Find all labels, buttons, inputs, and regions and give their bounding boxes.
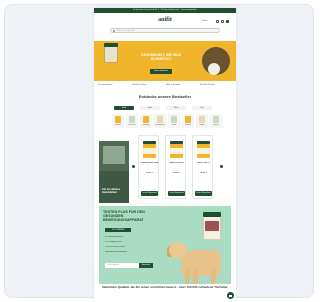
lifestyle-ground bbox=[99, 171, 129, 203]
website-page: Kostenloser Versand ab 49 € · 30 Tage Ge… bbox=[94, 8, 236, 302]
search-input[interactable]: Wonach suchst du? bbox=[110, 28, 220, 33]
category-tile[interactable]: Verdauung bbox=[140, 114, 152, 128]
lifestyle-image[interactable]: Für ein aktives Hundeleben bbox=[99, 141, 129, 203]
bestseller-title: Entdecke unsere Bestseller bbox=[138, 94, 192, 99]
promo-headline: TESTEN PLUS FÜR DEN GESUNDEN BEWEGUNGSAP… bbox=[103, 210, 145, 223]
category-tile[interactable]: Zähne bbox=[168, 114, 180, 128]
product-name: Haut & Fell Öl bbox=[197, 162, 210, 164]
category-tile[interactable]: Senioren bbox=[182, 114, 194, 128]
category-label: Gelenke bbox=[115, 125, 121, 126]
dog-leg bbox=[211, 268, 216, 284]
wishlist-icon[interactable] bbox=[221, 20, 224, 23]
category-image bbox=[213, 116, 219, 123]
benefits-bar: Tierarztempfohlen Natürliche Zutaten Mad… bbox=[94, 82, 236, 88]
category-tile[interactable]: Haut & Fell bbox=[126, 114, 138, 128]
tab-cat[interactable]: Katze bbox=[140, 106, 160, 110]
product-card[interactable]: Darm Kur Pulver 34,90 € In den Warenkorb bbox=[165, 135, 186, 199]
hero-headline: GESUNDHEIT, DIE MAN SCHMECKT bbox=[140, 53, 182, 62]
promo-badge: 15% SPAREN bbox=[105, 228, 131, 232]
promo-feature: Mit Grünlippmuschel bbox=[105, 241, 122, 243]
tab-dog[interactable]: Hund bbox=[114, 106, 134, 110]
product-card[interactable]: Haut & Fell Öl 24,90 € In den Warenkorb bbox=[192, 135, 213, 199]
search-icon[interactable] bbox=[113, 29, 115, 32]
benefit-item: Tierarztempfohlen bbox=[98, 84, 113, 86]
promo-product-lid bbox=[203, 212, 221, 217]
promo-banner: TESTEN PLUS FÜR DEN GESUNDEN BEWEGUNGSAP… bbox=[99, 206, 231, 284]
category-image bbox=[157, 116, 163, 123]
category-label: Haut & Fell bbox=[128, 125, 136, 126]
category-label: Zähne bbox=[171, 125, 177, 126]
product-price: 34,90 € bbox=[173, 172, 180, 174]
product-price: 29,90 € bbox=[146, 172, 153, 174]
promo-feature: Ohne künstliche Zusätze bbox=[105, 246, 125, 248]
category-image bbox=[129, 116, 135, 123]
promo-product-label bbox=[205, 221, 219, 231]
add-to-cart-button[interactable]: In den Warenkorb bbox=[141, 191, 158, 196]
category-image bbox=[171, 116, 177, 123]
category-tile[interactable]: Immunsystem bbox=[154, 114, 166, 128]
carousel-prev-icon[interactable] bbox=[132, 165, 135, 168]
hero-banner[interactable]: GESUNDHEIT, DIE MAN SCHMECKT Jetzt entde… bbox=[94, 41, 236, 81]
cart-icon[interactable] bbox=[226, 20, 229, 23]
account-icon[interactable] bbox=[216, 20, 219, 23]
chat-icon bbox=[229, 294, 232, 297]
hero-product-lid bbox=[104, 43, 118, 47]
hero-food-plate bbox=[208, 63, 220, 75]
category-image bbox=[143, 116, 149, 123]
product-price: 24,90 € bbox=[200, 172, 207, 174]
lifestyle-window bbox=[103, 146, 125, 164]
product-label-band bbox=[143, 148, 156, 154]
dog-leg bbox=[193, 268, 198, 284]
trust-statement: Natürliche Qualität, die Du sehen und fü… bbox=[102, 285, 228, 289]
tab-horse[interactable]: Pferd bbox=[166, 106, 186, 110]
dog-head bbox=[169, 242, 187, 258]
category-label: Snacks bbox=[213, 125, 219, 126]
tab-sets[interactable]: Sets bbox=[192, 106, 212, 110]
dog-leg bbox=[185, 268, 190, 284]
product-lid bbox=[143, 141, 156, 144]
product-lid bbox=[197, 141, 210, 144]
product-card[interactable]: Gelenk Pulver Hund 29,90 € In den Warenk… bbox=[138, 135, 159, 199]
add-to-cart-button[interactable]: In den Warenkorb bbox=[195, 191, 212, 196]
category-image bbox=[115, 116, 121, 123]
category-label: Senioren bbox=[184, 125, 191, 126]
category-image bbox=[199, 116, 205, 123]
brand-logo[interactable]: anifit bbox=[151, 16, 179, 24]
category-label: Verdauung bbox=[142, 125, 150, 126]
product-label-band bbox=[170, 148, 183, 154]
product-lid bbox=[170, 141, 183, 144]
category-image bbox=[185, 116, 191, 123]
email-field[interactable]: E-Mail-Adresse bbox=[105, 263, 139, 268]
product-name: Gelenk Pulver Hund bbox=[140, 162, 159, 164]
product-label-band bbox=[197, 148, 210, 154]
subscribe-button[interactable]: Anmelden bbox=[139, 263, 153, 268]
category-tile[interactable]: Snacks bbox=[210, 114, 222, 128]
category-label: Immunsystem bbox=[155, 125, 165, 126]
category-tile[interactable]: Welpen bbox=[196, 114, 208, 128]
product-name: Darm Kur Pulver bbox=[169, 162, 184, 164]
hero-cta-button[interactable]: Jetzt entdecken bbox=[150, 69, 172, 74]
add-to-cart-button[interactable]: In den Warenkorb bbox=[168, 191, 185, 196]
category-tile[interactable]: Gelenke bbox=[112, 114, 124, 128]
benefit-item: Made in Germany bbox=[166, 84, 181, 86]
hero-product-jar bbox=[104, 45, 118, 63]
promo-feature: Für Hunde jeden Alters bbox=[105, 236, 124, 238]
category-label: Welpen bbox=[199, 125, 205, 126]
carousel-next-icon[interactable] bbox=[220, 165, 223, 168]
benefit-item: Schneller Versand bbox=[200, 84, 215, 86]
account-label[interactable]: Konto bbox=[202, 19, 214, 23]
promo-feature: Wissenschaftlich entwickelt bbox=[105, 251, 127, 253]
benefit-item: Natürliche Zutaten bbox=[132, 84, 147, 86]
lifestyle-caption: Für ein aktives Hundeleben bbox=[102, 188, 121, 195]
